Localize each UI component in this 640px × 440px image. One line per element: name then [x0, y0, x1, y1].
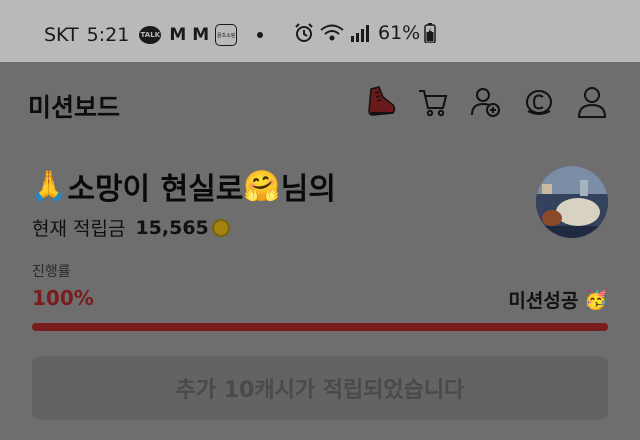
progress-bar-fill	[32, 323, 608, 331]
coin-icon	[211, 218, 230, 237]
clock: 5:21	[86, 24, 130, 46]
shoe-button[interactable]	[360, 84, 400, 124]
more-notifications-dot	[257, 32, 264, 38]
signal-icon	[350, 24, 370, 42]
avatar-photo	[536, 166, 608, 238]
profile-icon	[577, 86, 607, 122]
status-bar: SKT 5:21 TALK M M 꿀초소핑 61%	[0, 0, 640, 62]
balance-value: 15,565	[135, 216, 209, 239]
user-name-part1: 소망이 현실로	[67, 172, 244, 207]
alarm-icon	[294, 23, 314, 43]
reward-message-text: 추가 10캐시가 적립되었습니다	[175, 378, 465, 403]
user-name-suffix: 님의	[280, 172, 336, 207]
battery-charging-icon	[424, 23, 436, 43]
balance-label: 현재 적립금	[32, 218, 126, 240]
shoe-icon	[363, 85, 397, 123]
mission-board-screen: 미션보드 🙏 소망이 현실로 🤗 님의 현재 적립금 15,565 진행률 10…	[0, 62, 640, 440]
cash-coin-icon	[523, 86, 555, 122]
cart-button[interactable]	[413, 84, 453, 124]
kakaotalk-icon: TALK	[139, 26, 162, 44]
reward-message-button[interactable]: 추가 10캐시가 적립되었습니다	[32, 356, 608, 420]
shopping-app-icon: 꿀초소핑	[215, 24, 238, 46]
carrier-label: SKT	[44, 24, 79, 46]
mission-status-text: 미션성공	[508, 290, 579, 312]
avatar[interactable]	[536, 166, 608, 238]
page-title: 미션보드	[28, 93, 121, 122]
status-bar-right: 61%	[294, 22, 442, 44]
hug-emoji: 🤗	[243, 168, 281, 204]
pray-emoji: 🙏	[30, 168, 68, 204]
party-emoji: 🥳	[584, 289, 608, 311]
progress-label: 진행률	[32, 264, 71, 280]
top-toolbar	[360, 84, 625, 124]
status-bar-left: SKT 5:21 TALK M M 꿀초소핑	[44, 24, 277, 46]
balance-row: 현재 적립금 15,565	[32, 214, 230, 241]
wifi-icon	[320, 24, 344, 42]
progress-bar	[32, 323, 608, 331]
battery-percent: 61%	[378, 22, 421, 44]
add-friend-icon	[470, 86, 502, 122]
cash-button[interactable]	[519, 84, 559, 124]
m-app-icon: M	[169, 25, 186, 45]
m-app-icon-2: M	[192, 25, 209, 45]
cart-icon	[417, 86, 449, 122]
user-greeting: 🙏 소망이 현실로 🤗 님의	[30, 164, 336, 208]
profile-button[interactable]	[572, 84, 612, 124]
progress-percent: 100%	[32, 286, 94, 310]
mission-status: 미션성공 🥳	[508, 286, 608, 313]
add-friend-button[interactable]	[466, 84, 506, 124]
